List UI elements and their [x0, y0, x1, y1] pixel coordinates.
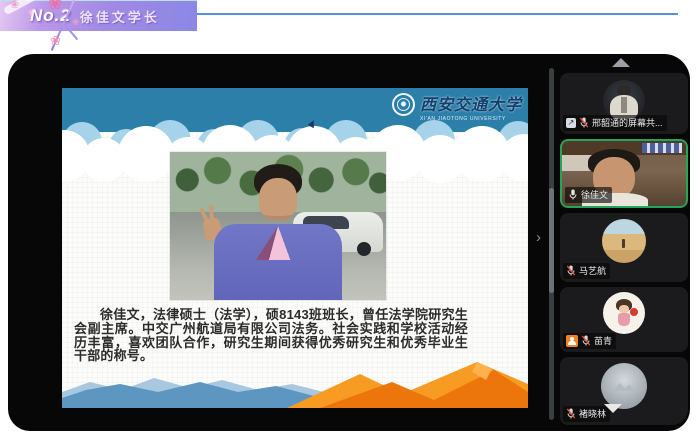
- university-emblem-icon: [392, 93, 415, 116]
- participant-tile-speaking[interactable]: 徐佳文: [560, 139, 688, 208]
- screen-share-icon: [566, 118, 576, 128]
- mic-muted-icon: [566, 408, 576, 419]
- participants-scrollbar[interactable]: [549, 68, 554, 420]
- blossom-icon: ❀: [10, 0, 19, 11]
- participant-name: 马艺航: [579, 264, 606, 277]
- participant-name: 徐佳文: [581, 188, 608, 201]
- participant-tile-screenshare[interactable]: 邢韶通的屏幕共...: [560, 73, 688, 134]
- collapse-sidebar-icon[interactable]: ›: [536, 230, 541, 245]
- participant-label: 苗青: [563, 333, 616, 349]
- avatar: [601, 363, 647, 409]
- participant-label: 徐佳文: [565, 187, 612, 203]
- scroll-down-icon[interactable]: [604, 404, 622, 413]
- blossom-icon: ❀: [28, 9, 35, 17]
- blossom-icon: ❀: [48, 0, 62, 12]
- participant-tile[interactable]: 褚晓林: [560, 357, 688, 425]
- scrollbar-thumb[interactable]: [549, 188, 554, 294]
- mic-muted-icon: [566, 265, 576, 276]
- avatar: [602, 219, 646, 263]
- participant-name: 苗青: [594, 334, 612, 347]
- participant-tile[interactable]: 马艺航: [560, 213, 688, 282]
- graduation-photo: [170, 152, 386, 300]
- university-name: 西安交通大学: [420, 91, 522, 115]
- participant-label: 邢韶通的屏幕共...: [563, 115, 667, 131]
- raise-hand-icon: [566, 335, 578, 347]
- university-name-english: XI'AN JIAOTONG UNIVERSITY: [420, 116, 522, 122]
- photo-gown-collar: [250, 226, 306, 260]
- bio-text: 徐佳文，法律硕士（法学），硕8143班班长，曾任法学院研究生会副主席。中交广州航…: [74, 308, 468, 363]
- mountains-graphic: [62, 358, 528, 408]
- shared-slide: 西安交通大学 XI'AN JIAOTONG UNIVERSITY 徐佳文，法律硕…: [62, 88, 528, 408]
- mic-muted-icon: [579, 117, 589, 128]
- photo-person-face: [259, 178, 297, 220]
- participant-name: 褚晓林: [579, 407, 606, 420]
- mic-on-icon: [568, 189, 578, 200]
- blossom-icon: ❀: [72, 18, 80, 27]
- section-title: 徐佳文学长: [80, 7, 160, 26]
- avatar: [603, 292, 645, 334]
- blossom-icon: ❀: [50, 34, 61, 47]
- participant-tile-hand-raised[interactable]: 苗青: [560, 287, 688, 352]
- mic-muted-icon: [581, 335, 591, 346]
- participant-label: 马艺航: [563, 263, 610, 279]
- participant-name: 邢韶通的屏幕共...: [592, 116, 663, 129]
- meeting-window: 西安交通大学 XI'AN JIAOTONG UNIVERSITY 徐佳文，法律硕…: [8, 54, 690, 431]
- university-logo: 西安交通大学 XI'AN JIAOTONG UNIVERSITY: [392, 91, 522, 122]
- participant-label: 褚晓林: [563, 406, 610, 422]
- divider-line: [197, 13, 678, 15]
- scroll-up-icon[interactable]: [612, 58, 630, 67]
